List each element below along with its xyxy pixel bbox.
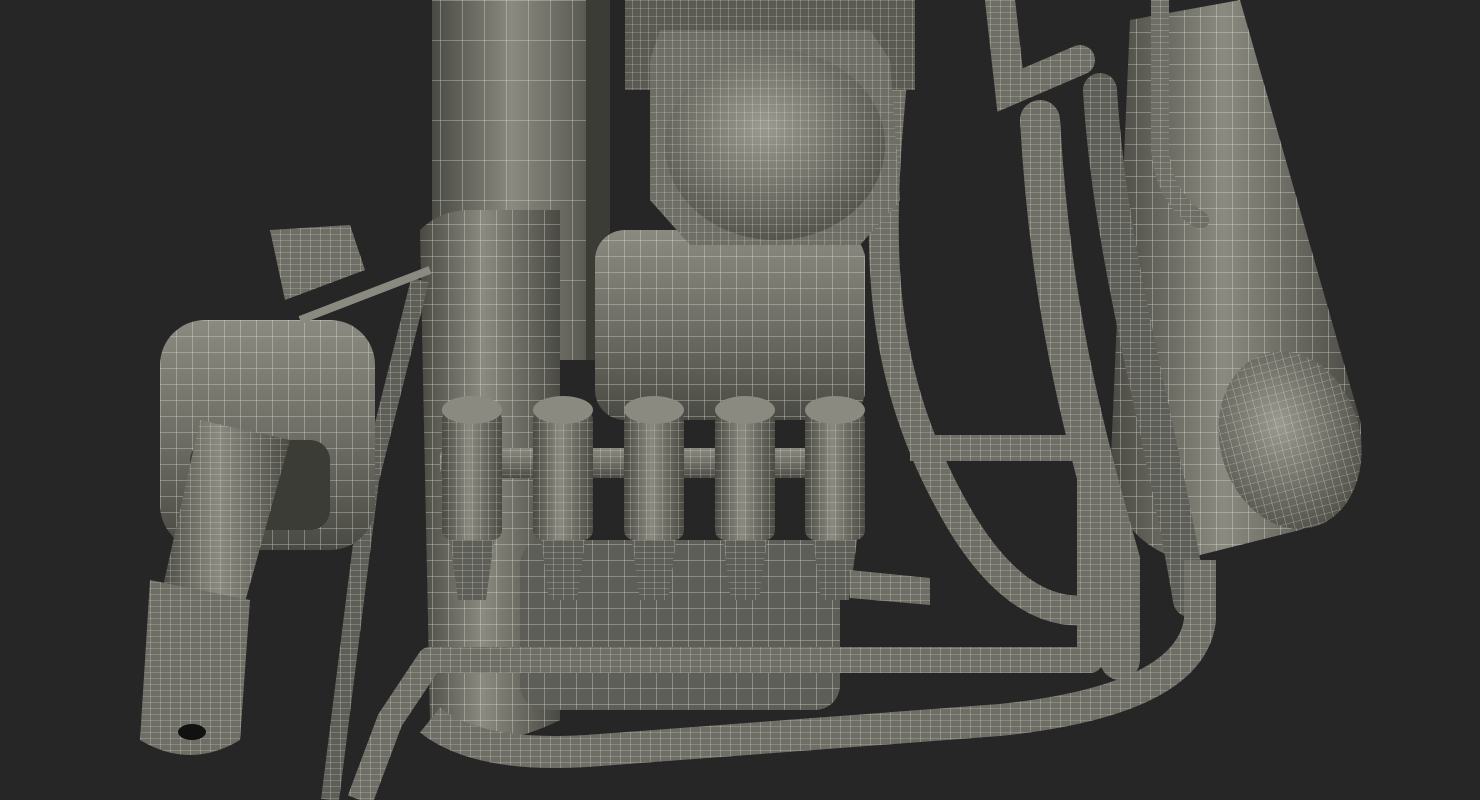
side-nozzle <box>140 225 432 755</box>
wireframe-scene <box>140 0 1362 800</box>
outlet-nozzle <box>850 570 930 605</box>
throttle-body <box>625 0 915 245</box>
reservoir-tank <box>595 230 865 420</box>
